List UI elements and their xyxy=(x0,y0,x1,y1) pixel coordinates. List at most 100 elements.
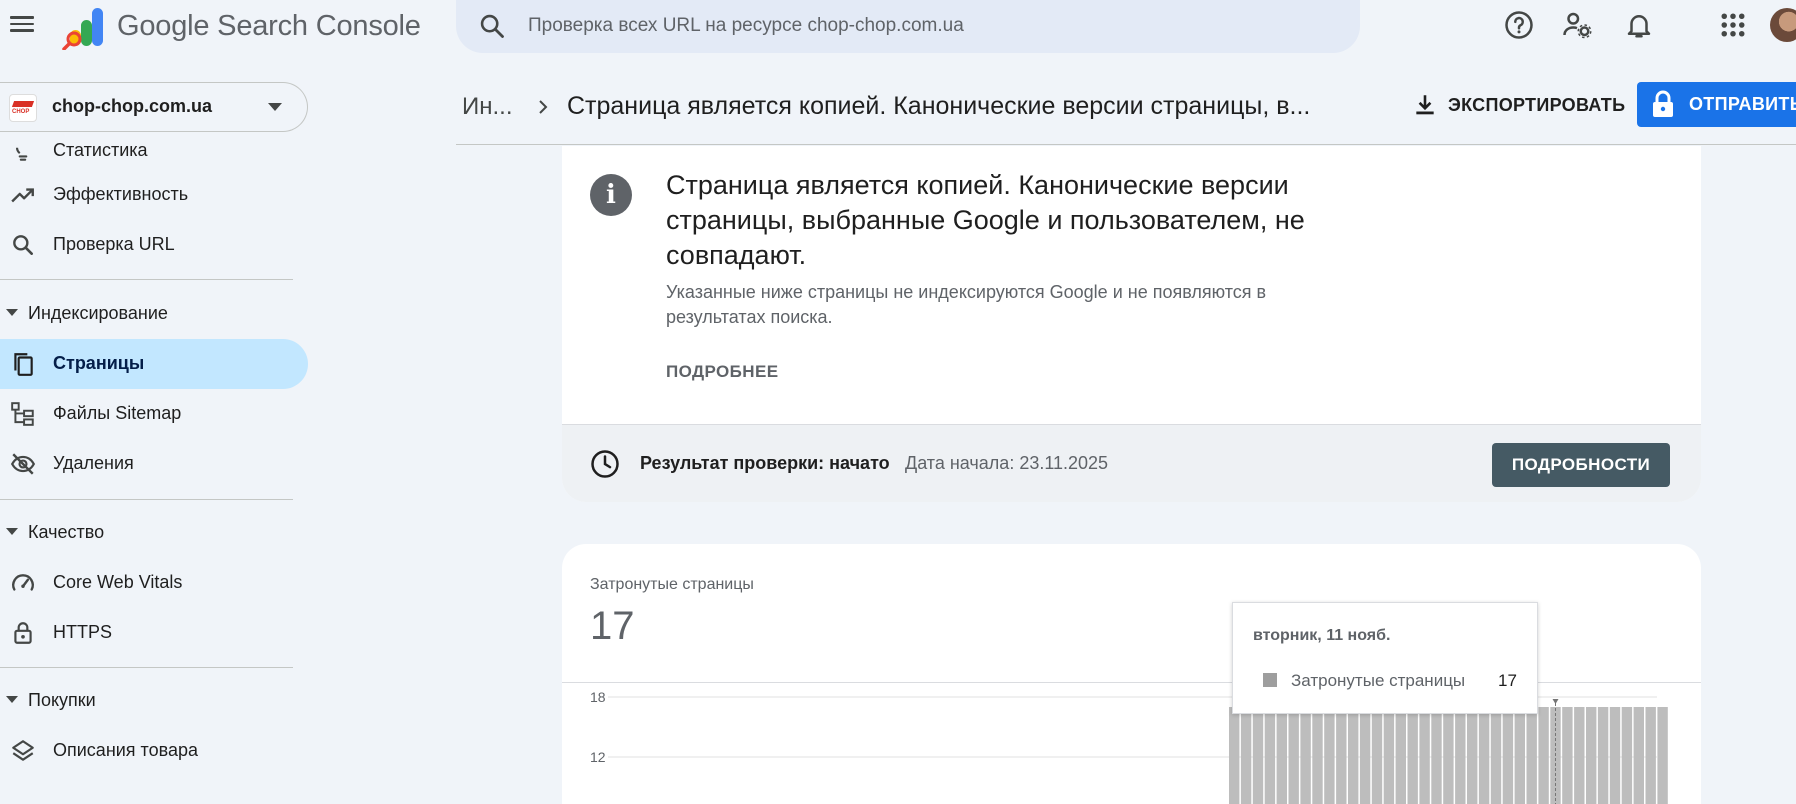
lightbulb-icon xyxy=(15,147,28,161)
divider xyxy=(0,667,293,668)
chart-bar[interactable] xyxy=(1538,707,1549,804)
pages-icon xyxy=(14,353,33,376)
sidebar-item-label: HTTPS xyxy=(53,622,113,642)
sidebar-item-pages[interactable]: Страницы xyxy=(0,339,308,389)
section-quality[interactable]: Качество xyxy=(0,513,300,553)
caret-down-icon[interactable] xyxy=(268,103,282,111)
search-icon xyxy=(13,235,33,255)
export-label: ЭКСПОРТИРОВАТЬ xyxy=(1448,95,1626,115)
property-name: chop-chop.com.ua xyxy=(52,96,213,116)
chart-bar[interactable] xyxy=(1562,707,1573,804)
section-label: Индексирование xyxy=(28,303,168,323)
app-title: Google Search Console xyxy=(117,10,421,42)
sidebar-item-statistics[interactable]: Статистика xyxy=(0,126,308,176)
search-bar[interactable] xyxy=(456,0,1360,53)
sidebar-item-url-inspection[interactable]: Проверка URL xyxy=(0,220,308,270)
issue-title: Страница является копией. Канонические в… xyxy=(666,170,1305,270)
y-tick-label: 18 xyxy=(590,689,606,705)
caret-down-icon xyxy=(6,528,18,535)
chart-bar[interactable] xyxy=(1609,707,1621,804)
sidebar-item-label: Файлы Sitemap xyxy=(53,403,182,423)
divider xyxy=(0,499,293,500)
sidebar-item-label: Описания товара xyxy=(53,740,199,760)
issue-card: i Страница является копией. Канонические… xyxy=(562,146,1701,502)
chart-bar[interactable] xyxy=(1586,707,1597,804)
chart-bar[interactable] xyxy=(1621,707,1633,804)
issue-description: Указанные ниже страницы не индексируются… xyxy=(666,282,1267,327)
clock-icon xyxy=(591,450,619,478)
sidebar-item-removals[interactable]: Удаления xyxy=(0,439,308,489)
chart-tooltip: вторник, 11 нояб. Затронутые страницы 17 xyxy=(1232,602,1538,714)
layers-icon xyxy=(12,740,34,761)
chevron-right-icon xyxy=(539,100,548,114)
y-tick-label: 12 xyxy=(590,749,606,765)
search-input[interactable] xyxy=(526,13,1326,39)
submit-label: ОТПРАВИТЬ xyxy=(1689,94,1796,114)
caret-down-icon xyxy=(6,309,18,316)
sidebar-item-core-web-vitals[interactable]: Core Web Vitals xyxy=(0,558,308,608)
hover-indicator-marker xyxy=(1552,699,1559,704)
speed-icon xyxy=(12,574,34,591)
breadcrumb-root[interactable]: Ин... xyxy=(462,93,513,121)
chart-bar[interactable] xyxy=(1657,707,1668,804)
top-bar: Google Search Console xyxy=(0,0,1796,60)
validation-label: Результат проверки: начато xyxy=(640,453,890,473)
property-selector[interactable]: CHOP chop-chop.com.ua xyxy=(0,82,308,132)
section-label: Покупки xyxy=(28,690,96,710)
menu-icon[interactable] xyxy=(10,12,38,38)
section-shopping[interactable]: Покупки xyxy=(0,681,300,721)
search-console-logo-icon xyxy=(62,8,103,50)
sidebar-item-sitemaps[interactable]: Файлы Sitemap xyxy=(0,389,308,439)
search-icon[interactable] xyxy=(478,12,506,40)
divider xyxy=(0,279,293,280)
property-favicon: CHOP xyxy=(9,94,37,122)
learn-more-link[interactable]: ПОДРОБНЕЕ xyxy=(666,362,778,382)
chart-bar[interactable] xyxy=(1264,707,1276,804)
details-label: ПОДРОБНОСТИ xyxy=(1511,455,1651,474)
sitemap-icon xyxy=(11,402,34,426)
header-divider xyxy=(456,144,1796,145)
help-icon[interactable] xyxy=(1504,10,1534,40)
chart-bar[interactable] xyxy=(1240,707,1252,804)
sidebar-item-label: Удаления xyxy=(53,453,134,473)
sidebar-item-https[interactable]: HTTPS xyxy=(0,608,308,658)
lock-icon xyxy=(14,622,32,644)
avatar[interactable] xyxy=(1770,8,1796,42)
manage-accounts-icon[interactable] xyxy=(1562,10,1592,40)
section-label: Качество xyxy=(28,522,105,542)
validation-date: Дата начала: 23.11.2025 xyxy=(905,453,1109,473)
export-button[interactable]: ЭКСПОРТИРОВАТЬ xyxy=(1402,84,1632,128)
submit-button[interactable]: ОТПРАВИТЬ xyxy=(1637,82,1796,127)
sidebar-item-performance[interactable]: Эффективность xyxy=(0,170,308,220)
lock-icon xyxy=(1653,90,1673,117)
visibility-off-icon xyxy=(10,453,36,475)
sidebar-item-label: Эффективность xyxy=(53,184,189,204)
sidebar-item-product-snippets[interactable]: Описания товара xyxy=(0,726,308,776)
sidebar-item-label: Статистика xyxy=(53,140,148,160)
tooltip-series-value: 17 xyxy=(1498,671,1517,690)
trending-up-icon xyxy=(11,188,34,203)
validation-status-bar: Результат проверки: начато Дата начала: … xyxy=(562,424,1701,502)
download-icon xyxy=(1416,95,1434,115)
section-indexing[interactable]: Индексирование xyxy=(0,294,300,334)
chart-bar[interactable] xyxy=(1633,707,1644,804)
details-button[interactable]: ПОДРОБНОСТИ xyxy=(1492,443,1670,487)
apps-grid-icon[interactable] xyxy=(1718,10,1748,40)
chart-bar[interactable] xyxy=(1574,707,1585,804)
sidebar-item-label: Core Web Vitals xyxy=(53,572,183,592)
chart-bar[interactable] xyxy=(1252,707,1264,804)
caret-down-icon xyxy=(6,696,18,703)
sidebar-item-label: Проверка URL xyxy=(53,234,175,254)
chart-bar[interactable] xyxy=(1645,707,1656,804)
chart-bar[interactable] xyxy=(1597,707,1609,804)
notifications-icon[interactable] xyxy=(1624,10,1654,40)
page-title: Страница является копией. Канонические в… xyxy=(567,92,1311,120)
tooltip-date: вторник, 11 нояб. xyxy=(1253,627,1391,644)
sidebar-item-label: Страницы xyxy=(53,353,145,373)
sidebar: CHOP chop-chop.com.ua Статистика Эффекти… xyxy=(0,60,310,795)
tooltip-series-name: Затронутые страницы xyxy=(1291,671,1466,690)
chart-bar[interactable] xyxy=(1526,707,1537,804)
metric-label: Затронутые страницы xyxy=(590,576,754,593)
info-icon: i xyxy=(590,174,632,216)
chart-bar[interactable] xyxy=(1229,707,1240,804)
